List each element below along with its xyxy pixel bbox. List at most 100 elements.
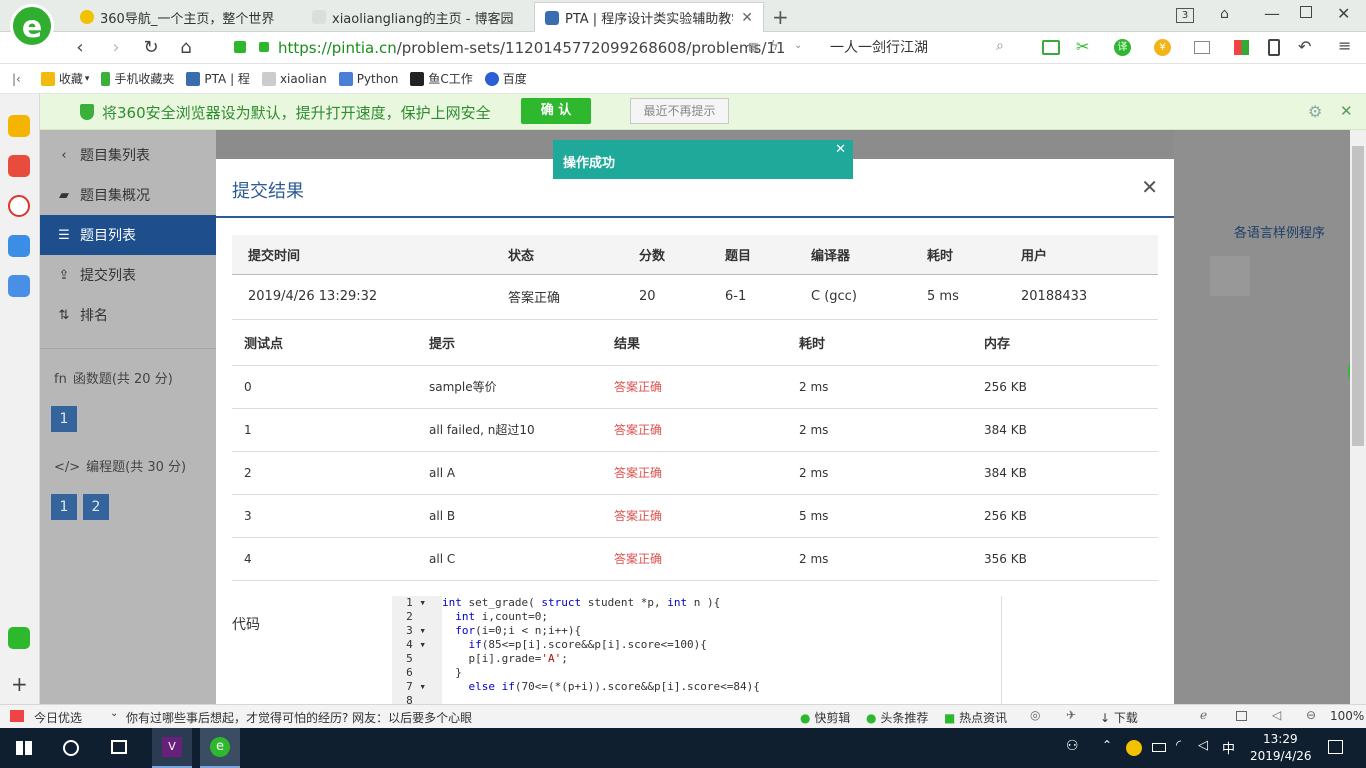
book-icon[interactable] <box>1042 40 1060 55</box>
gift-icon[interactable] <box>10 710 24 722</box>
bookmark-pta[interactable]: PTA | 程 <box>186 70 250 87</box>
statusbar-item-headline[interactable]: ● 头条推荐 <box>866 709 928 726</box>
zoom-out-icon[interactable]: ⊖ <box>1306 708 1316 722</box>
add-icon[interactable]: + <box>11 672 28 696</box>
chevron-down-icon[interactable]: ⌄ <box>794 40 802 51</box>
search-input[interactable]: 一人一剑行江湖 <box>830 36 1020 60</box>
security-tray-icon[interactable] <box>1126 740 1142 756</box>
refresh-icon[interactable]: ◎ <box>1030 708 1040 722</box>
coin-icon[interactable]: ¥ <box>1154 39 1171 56</box>
case-hint: all A <box>417 451 602 495</box>
browser-logo[interactable]: e <box>10 4 54 48</box>
windows-start-icon[interactable] <box>16 741 32 755</box>
mail-icon[interactable] <box>8 235 30 257</box>
sidebar-item-back[interactable]: ‹ 题目集列表 <box>40 135 216 175</box>
bookmark-favorites[interactable]: 收藏 ▾ <box>40 70 89 87</box>
notification-icon[interactable] <box>1328 740 1343 754</box>
tab-cnblogs[interactable]: xiaoliangliang的主页 - 博客园 <box>302 2 534 32</box>
bookmark-mobile[interactable]: 手机收藏夹 <box>101 70 174 87</box>
bookmarks-bar: |‹ 收藏 ▾ 手机收藏夹 PTA | 程 xiaolian Python 鱼C工… <box>0 64 1366 94</box>
code-icon: </> <box>54 460 81 475</box>
ime-indicator[interactable]: 中 <box>1222 738 1235 757</box>
minimize-icon[interactable]: — <box>1264 4 1280 23</box>
tab-pta[interactable]: PTA | 程序设计类实验辅助教学平 ✕ <box>534 2 764 32</box>
window-icon[interactable] <box>1236 711 1247 721</box>
volume-icon[interactable]: ◁ <box>1272 708 1281 722</box>
clipboard-icon[interactable] <box>8 627 30 649</box>
statusbar-item-hot[interactable]: ■ 热点资讯 <box>944 709 1007 726</box>
zoom-level[interactable]: 100% <box>1330 709 1364 723</box>
visual-studio-icon[interactable]: V <box>152 728 192 768</box>
weibo-icon[interactable] <box>8 195 30 217</box>
refresh-icon[interactable]: ↻ <box>139 36 163 60</box>
prog-problem-1[interactable]: 1 <box>51 494 77 520</box>
scissors-icon[interactable]: ✂ <box>1076 37 1089 56</box>
code-viewer[interactable]: 1 ▾ int set_grade( struct student *p, int… <box>392 596 1002 704</box>
battery-icon[interactable] <box>1152 743 1166 752</box>
close-window-icon[interactable]: ✕ <box>1337 4 1350 23</box>
confirm-button[interactable]: 确 认 <box>521 98 591 124</box>
statusbar-item-clip[interactable]: ● 快剪辑 <box>800 709 850 726</box>
close-icon[interactable]: ✕ <box>1340 102 1353 120</box>
chevron-down-icon[interactable]: ⌄ <box>110 708 118 719</box>
sidebar-label: 题目集概况 <box>80 188 150 204</box>
clock-time[interactable]: 13:29 <box>1263 732 1298 746</box>
lightning-icon[interactable]: ϟ <box>770 39 779 54</box>
shield-icon[interactable] <box>234 41 246 53</box>
bookmark-fishc[interactable]: 鱼C工作 <box>410 70 473 87</box>
gear-icon[interactable]: ⚙ <box>1308 102 1322 121</box>
header-cell: 耗时 <box>911 235 1005 274</box>
close-tab-icon[interactable]: ✕ <box>733 10 753 26</box>
menu-icon[interactable]: ≡ <box>1338 36 1351 55</box>
favorites-icon[interactable] <box>8 115 30 137</box>
tab-360[interactable]: 360导航_一个主页，整个世界 <box>70 2 302 32</box>
func-problem-1[interactable]: 1 <box>51 406 77 432</box>
translate-icon[interactable]: 译 <box>1114 39 1131 56</box>
sidebar-item-submissions[interactable]: ⇪ 提交列表 <box>40 255 216 295</box>
clock-date[interactable]: 2019/4/26 <box>1250 749 1312 763</box>
search-circle-icon[interactable] <box>63 740 79 756</box>
news-icon[interactable] <box>8 155 30 177</box>
statusbar-item-download[interactable]: ↓ 下载 <box>1100 709 1138 726</box>
problem-link[interactable]: 6-1 <box>709 273 795 320</box>
bookmark-python[interactable]: Python <box>338 71 398 86</box>
chevron-up-icon[interactable]: ⌃ <box>1102 738 1112 752</box>
bookmark-xiaolian[interactable]: xiaolian <box>261 71 327 86</box>
sidebar-item-ranking[interactable]: ⇅ 排名 <box>40 295 216 335</box>
task-view-icon[interactable] <box>111 740 127 754</box>
code-thumbnail <box>1210 256 1250 296</box>
sample-programs-link[interactable]: 各语言样例程序 <box>1234 222 1325 241</box>
phone-icon[interactable] <box>1268 39 1280 56</box>
sidebar-item-problems[interactable]: ☰ 题目列表 <box>40 215 216 255</box>
sidebar-item-overview[interactable]: ▰ 题目集概况 <box>40 175 216 215</box>
maximize-icon[interactable] <box>1300 6 1312 18</box>
case-hint: all C <box>417 537 602 581</box>
apps-icon[interactable] <box>1234 40 1249 55</box>
scrollbar-thumb[interactable] <box>1352 146 1364 446</box>
ie-icon[interactable]: ℯ <box>1200 708 1207 722</box>
close-icon[interactable]: ✕ <box>835 142 846 157</box>
dismiss-button[interactable]: 最近不再提示 <box>630 98 729 124</box>
daily-picks[interactable]: 今日优选 <box>34 709 82 726</box>
undo-icon[interactable]: ↶ <box>1298 37 1311 56</box>
qr-icon[interactable]: ▦ <box>748 40 758 53</box>
prog-problem-2[interactable]: 2 <box>83 494 109 520</box>
search-icon[interactable]: ⌕ <box>996 38 1004 54</box>
wifi-icon[interactable]: ◜ <box>1176 738 1181 753</box>
people-icon[interactable]: ⚇ <box>1066 738 1079 754</box>
news-ticker[interactable]: 你有过哪些事后想起，才觉得可怕的经历? 网友：以后要多个心眼 <box>126 709 472 726</box>
sidebar-toggle-icon[interactable]: |‹ <box>12 72 21 86</box>
browser-task-icon[interactable]: e <box>200 728 240 768</box>
bookmark-baidu[interactable]: 百度 <box>484 70 527 87</box>
speaker-icon[interactable]: ◁ <box>1198 738 1208 753</box>
pin-icon[interactable]: ✈ <box>1066 708 1076 722</box>
close-icon[interactable]: ✕ <box>1141 175 1158 199</box>
doc-icon[interactable] <box>8 275 30 297</box>
shirt-icon[interactable]: ⌂ <box>1220 6 1229 22</box>
home-icon[interactable]: ⌂ <box>174 36 198 60</box>
new-tab-button[interactable]: + <box>772 5 789 29</box>
image-icon[interactable] <box>1194 41 1210 54</box>
back-icon[interactable]: ‹ <box>68 36 92 60</box>
forward-icon[interactable]: › <box>104 36 128 60</box>
tab-count-badge[interactable]: 3 <box>1176 8 1194 23</box>
